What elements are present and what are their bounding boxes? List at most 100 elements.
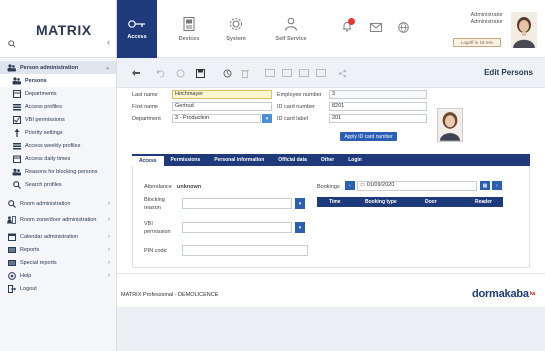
import-icon[interactable] [316, 68, 326, 78]
sidebar-item-room-administration[interactable]: Room administration › [0, 197, 116, 210]
calendar-button[interactable]: ▦ [480, 181, 490, 190]
copy-icon[interactable] [265, 68, 275, 78]
globe-icon [398, 22, 409, 33]
sidebar-item-label: Reports [20, 246, 40, 253]
tab-devices[interactable]: Devices [169, 0, 209, 58]
top-header: Access Devices System Self Service Admin… [117, 0, 545, 58]
blocking-reason-label: Blocking reason [144, 197, 165, 211]
sidebar-item-room-zone-door[interactable]: Room zone/door administration › [0, 210, 116, 230]
sidebar-item-reports[interactable]: Reports › [0, 243, 116, 256]
col-time: Time [329, 199, 341, 205]
sidebar-item-search-profiles[interactable]: Search profiles [0, 178, 116, 191]
sidebar-item-access-profiles[interactable]: Access profiles [0, 100, 116, 113]
employee-number-field[interactable]: 3 [329, 90, 427, 99]
chevron-right-icon: › [108, 272, 110, 279]
refresh-icon[interactable] [175, 68, 185, 78]
vbi-permission-dropdown-button[interactable]: ▾ [295, 222, 305, 233]
subtab-permissions[interactable]: Permissions [164, 154, 208, 166]
sidebar-item-priority-settings[interactable]: Priority settings [0, 126, 116, 139]
sidebar-item-person-administration[interactable]: Person administration ⌄ [0, 61, 116, 74]
sidebar-item-special-reports[interactable]: Special reports › [0, 256, 116, 269]
device-icon [183, 16, 195, 31]
sidebar-item-access-weekly-profiles[interactable]: Access weekly profiles [0, 139, 116, 152]
tab-label: System [226, 35, 246, 42]
toolbar: Edit Persons [117, 58, 545, 88]
avatar[interactable] [511, 12, 537, 48]
sidebar-item-logout[interactable]: Logout [0, 282, 116, 295]
collapse-sidebar-icon[interactable]: ‹ [107, 37, 110, 47]
sidebar-nav: Person administration ⌄ Persons Departme… [0, 58, 116, 295]
bookings-prev-button[interactable]: ‹ [345, 181, 355, 190]
sidebar-item-label: Access daily times [25, 155, 71, 162]
save-icon[interactable] [195, 68, 205, 78]
pin-code-field[interactable] [182, 245, 308, 256]
bookings-date: 01/09/2020 [366, 182, 395, 188]
bookings-next-button[interactable]: › [492, 181, 502, 190]
priority-icon [12, 128, 21, 137]
blocked-people-icon [12, 168, 21, 176]
page-title: Edit Persons [484, 68, 533, 77]
sidebar-item-departments[interactable]: Departments [0, 87, 116, 100]
room-search-icon [7, 199, 16, 208]
attendance-value: unknown [177, 184, 202, 190]
delete-icon[interactable] [240, 68, 250, 78]
tab-self-service[interactable]: Self Service [267, 0, 315, 58]
subtab-personal-information[interactable]: Personal information [207, 154, 271, 166]
department-select[interactable]: 3 - Production [172, 114, 261, 123]
sidebar-item-access-daily-times[interactable]: Access daily times [0, 152, 116, 165]
sidebar-item-label: Reasons for blocking persons [25, 168, 98, 175]
apply-id-card-button[interactable]: Apply ID card number [340, 132, 397, 141]
subtab-login[interactable]: Login [341, 154, 369, 166]
sidebar-item-persons[interactable]: Persons [0, 74, 116, 87]
sidebar-item-calendar-administration[interactable]: Calendar administration › [0, 230, 116, 243]
back-icon[interactable] [131, 68, 141, 78]
person-photo[interactable] [437, 108, 463, 142]
mail-icon [370, 23, 382, 32]
department-dropdown-button[interactable]: ▾ [262, 114, 272, 123]
blocking-reason-dropdown-button[interactable]: ▾ [295, 198, 305, 209]
print-icon[interactable] [282, 68, 292, 78]
tab-access[interactable]: Access [117, 0, 157, 58]
brand-name: dormakaba [471, 288, 529, 300]
vbi-permission-select[interactable] [182, 222, 292, 233]
last-name-field[interactable]: Hochmayer [172, 90, 272, 99]
first-name-field[interactable]: Gertrud [172, 102, 272, 111]
tab-system[interactable]: System [213, 0, 259, 58]
subtab-other[interactable]: Other [314, 154, 341, 166]
blocking-reason-select[interactable] [182, 198, 292, 209]
edit-icon[interactable] [222, 68, 232, 78]
subtab-official-data[interactable]: Official data [271, 154, 314, 166]
calendar-icon [7, 233, 16, 241]
sidebar-item-reasons-for-blocking[interactable]: Reasons for blocking persons [0, 165, 116, 178]
people-icon [12, 76, 21, 85]
undo-icon[interactable] [155, 68, 165, 78]
list-icon [12, 142, 21, 150]
report-icon [7, 246, 16, 254]
chevron-down-icon: ⌄ [104, 65, 110, 71]
key-icon [128, 19, 145, 28]
notification-button[interactable] [342, 18, 355, 34]
user-role: Administrator [470, 19, 503, 25]
id-card-number-field[interactable]: 8201 [329, 102, 427, 111]
last-name-label: Last name [132, 92, 158, 98]
sidebar-item-label: Persons [25, 77, 47, 84]
language-button[interactable] [398, 22, 409, 35]
sidebar-item-help[interactable]: Help › [0, 269, 116, 282]
subtab-access[interactable]: Access [132, 154, 164, 166]
search-icon[interactable] [8, 40, 16, 48]
sidebar-item-vbi-permissions[interactable]: VBI permissions [0, 113, 116, 126]
sidebar-item-label: Room zone/door administration [20, 216, 97, 223]
id-card-label-field[interactable]: 201 [329, 114, 427, 123]
share-icon[interactable] [337, 68, 347, 78]
export-icon[interactable] [299, 68, 309, 78]
sidebar-item-label: Person administration [20, 64, 79, 71]
logoff-timer-button[interactable]: Logoff in 19 min [453, 38, 501, 47]
chevron-right-icon: › [108, 259, 110, 266]
bookings-date-field[interactable]: ▭ 01/09/2020 [357, 181, 477, 191]
people-icon [7, 63, 16, 72]
sidebar-item-label: Logout [20, 285, 37, 292]
messages-button[interactable] [370, 23, 382, 34]
chevron-right-icon: › [108, 233, 110, 240]
tab-label: Access [127, 33, 147, 40]
first-name-label: First name [132, 104, 158, 110]
